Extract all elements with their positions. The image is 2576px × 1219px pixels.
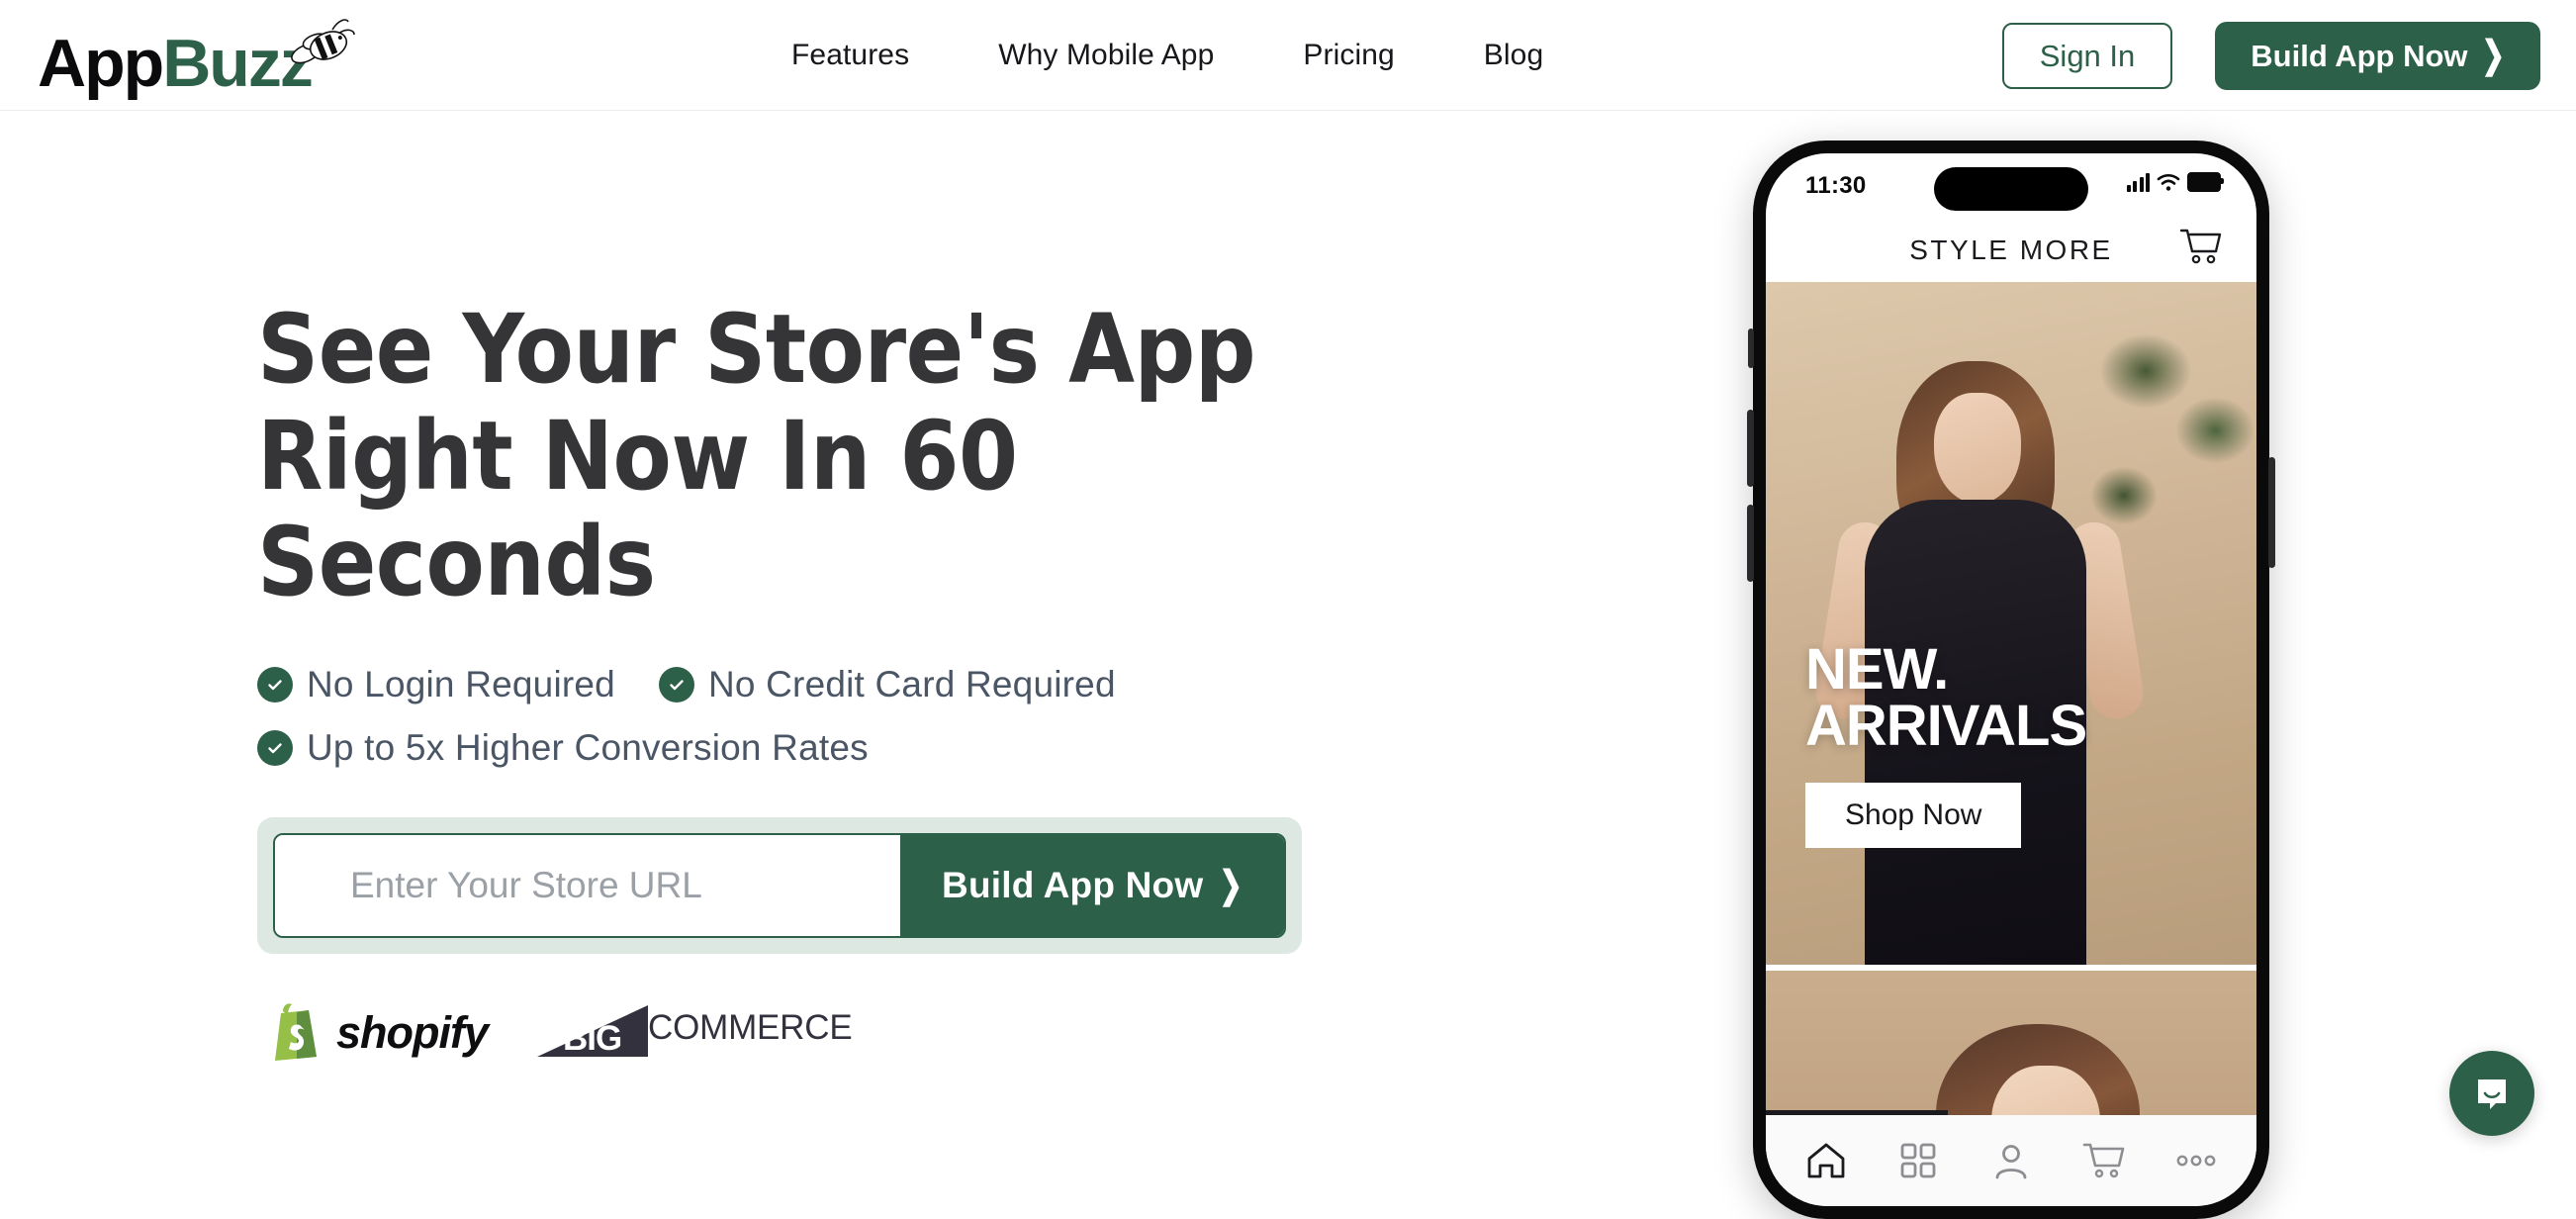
person-icon bbox=[1995, 1145, 2027, 1179]
page-title: See Your Store's App Right Now In 60 Sec… bbox=[257, 294, 1256, 618]
chat-bubble-smile-icon bbox=[2478, 1079, 2506, 1109]
sign-in-button[interactable]: Sign In bbox=[2001, 22, 2173, 89]
build-app-now-button-header[interactable]: Build App Now ❯ bbox=[2215, 21, 2540, 90]
benefit-label: No Login Required bbox=[307, 663, 615, 704]
hero-content: See Your Store's App Right Now In 60 Sec… bbox=[257, 294, 1425, 791]
status-bar-icons bbox=[2126, 172, 2224, 192]
model-face bbox=[1934, 393, 2021, 504]
phone-power-button bbox=[2268, 457, 2275, 568]
store-url-input-group: Build App Now ❯ bbox=[273, 833, 1286, 938]
chevron-right-icon: ❯ bbox=[2481, 34, 2505, 76]
shopify-logo: shopify bbox=[269, 1001, 489, 1063]
nav-item-features[interactable]: Features bbox=[747, 39, 954, 72]
phone-status-bar: 11:30 bbox=[1766, 153, 2256, 219]
benefit-item-no-credit-card: No Credit Card Required bbox=[658, 663, 1116, 705]
shop-now-button[interactable]: Shop Now bbox=[1805, 783, 2022, 848]
promo-headline-line2: ARRIVALS bbox=[1805, 694, 2087, 759]
build-app-now-button-form[interactable]: Build App Now ❯ bbox=[900, 835, 1284, 936]
benefit-label: No Credit Card Required bbox=[707, 663, 1116, 704]
supported-platforms: shopify BIG COMMERCE bbox=[269, 1001, 853, 1063]
status-bar-time: 11:30 bbox=[1805, 172, 1867, 199]
check-circle-icon bbox=[257, 666, 293, 703]
wifi-icon bbox=[2157, 173, 2180, 191]
tab-account[interactable] bbox=[1974, 1126, 2049, 1195]
benefit-label: Up to 5x Higher Conversion Rates bbox=[307, 726, 869, 768]
chat-launcher-button[interactable] bbox=[2449, 1051, 2534, 1136]
signal-bars-icon bbox=[2126, 172, 2150, 192]
battery-icon bbox=[2187, 172, 2224, 192]
build-app-now-label-form: Build App Now bbox=[942, 865, 1204, 905]
benefit-item-no-login: No Login Required bbox=[257, 664, 615, 705]
tab-cart[interactable] bbox=[2067, 1126, 2142, 1195]
bigcommerce-big-label: BIG bbox=[563, 1019, 622, 1058]
nav-item-why-mobile-app[interactable]: Why Mobile App bbox=[954, 39, 1258, 72]
logo-text-app: App bbox=[38, 26, 164, 101]
app-tab-bar bbox=[1766, 1115, 2256, 1206]
app-store-title: STYLE MORE bbox=[1909, 234, 2113, 265]
phone-screen: 11:30 STYLE MORE NEW. ARRIVALS Shop Now bbox=[1766, 153, 2256, 1206]
benefit-row: No Login Required No Credit Card Require… bbox=[257, 664, 1425, 705]
benefit-item-conversion-rates: Up to 5x Higher Conversion Rates bbox=[257, 727, 869, 769]
tab-more[interactable] bbox=[2159, 1126, 2234, 1195]
grid-icon bbox=[1900, 1143, 1936, 1178]
shopping-cart-icon[interactable] bbox=[2177, 225, 2223, 268]
logo-wordmark: AppBuzz bbox=[38, 30, 314, 97]
benefit-list: No Login Required No Credit Card Require… bbox=[257, 664, 1425, 769]
build-app-now-label-header: Build App Now bbox=[2251, 38, 2468, 73]
promo-headline-line1: NEW. bbox=[1805, 637, 1949, 703]
phone-volume-up-button bbox=[1747, 410, 1754, 487]
nav-item-pricing[interactable]: Pricing bbox=[1258, 39, 1438, 72]
phone-mute-button bbox=[1748, 328, 1754, 368]
bee-icon bbox=[291, 19, 355, 64]
check-circle-icon bbox=[658, 666, 694, 703]
phone-mockup: 11:30 STYLE MORE NEW. ARRIVALS Shop Now bbox=[1747, 141, 2275, 1219]
home-icon bbox=[1807, 1143, 1845, 1178]
bigcommerce-logo: BIG COMMERCE bbox=[537, 1005, 853, 1059]
store-url-input[interactable] bbox=[275, 835, 901, 936]
shopify-label: shopify bbox=[336, 1006, 489, 1058]
bigcommerce-mark-icon: BIG bbox=[537, 1005, 652, 1059]
site-header: AppBuzz Features Why Mobile App Pricing … bbox=[0, 0, 2576, 111]
check-circle-icon bbox=[257, 729, 293, 766]
app-header: STYLE MORE bbox=[1766, 219, 2256, 282]
nav-item-blog[interactable]: Blog bbox=[1439, 39, 1588, 72]
phone-volume-down-button bbox=[1747, 505, 1754, 582]
tab-home[interactable] bbox=[1789, 1126, 1864, 1195]
logo[interactable]: AppBuzz bbox=[34, 10, 360, 99]
dynamic-island bbox=[1934, 167, 2088, 211]
store-url-form: Build App Now ❯ bbox=[257, 817, 1302, 954]
main-nav: Features Why Mobile App Pricing Blog bbox=[747, 0, 1588, 111]
cart-icon bbox=[2082, 1143, 2124, 1178]
bigcommerce-commerce-label: COMMERCE bbox=[648, 1008, 853, 1047]
tab-categories[interactable] bbox=[1881, 1126, 1956, 1195]
header-actions: Sign In Build App Now ❯ bbox=[2001, 0, 2540, 111]
promo-banner[interactable]: NEW. ARRIVALS Shop Now bbox=[1766, 282, 2256, 965]
more-dots-icon bbox=[2176, 1155, 2216, 1167]
benefit-row: Up to 5x Higher Conversion Rates bbox=[257, 727, 1425, 769]
promo-text-overlay: NEW. ARRIVALS Shop Now bbox=[1805, 637, 2087, 848]
chevron-right-icon: ❯ bbox=[1219, 864, 1242, 906]
shopify-bag-icon bbox=[275, 1003, 317, 1061]
